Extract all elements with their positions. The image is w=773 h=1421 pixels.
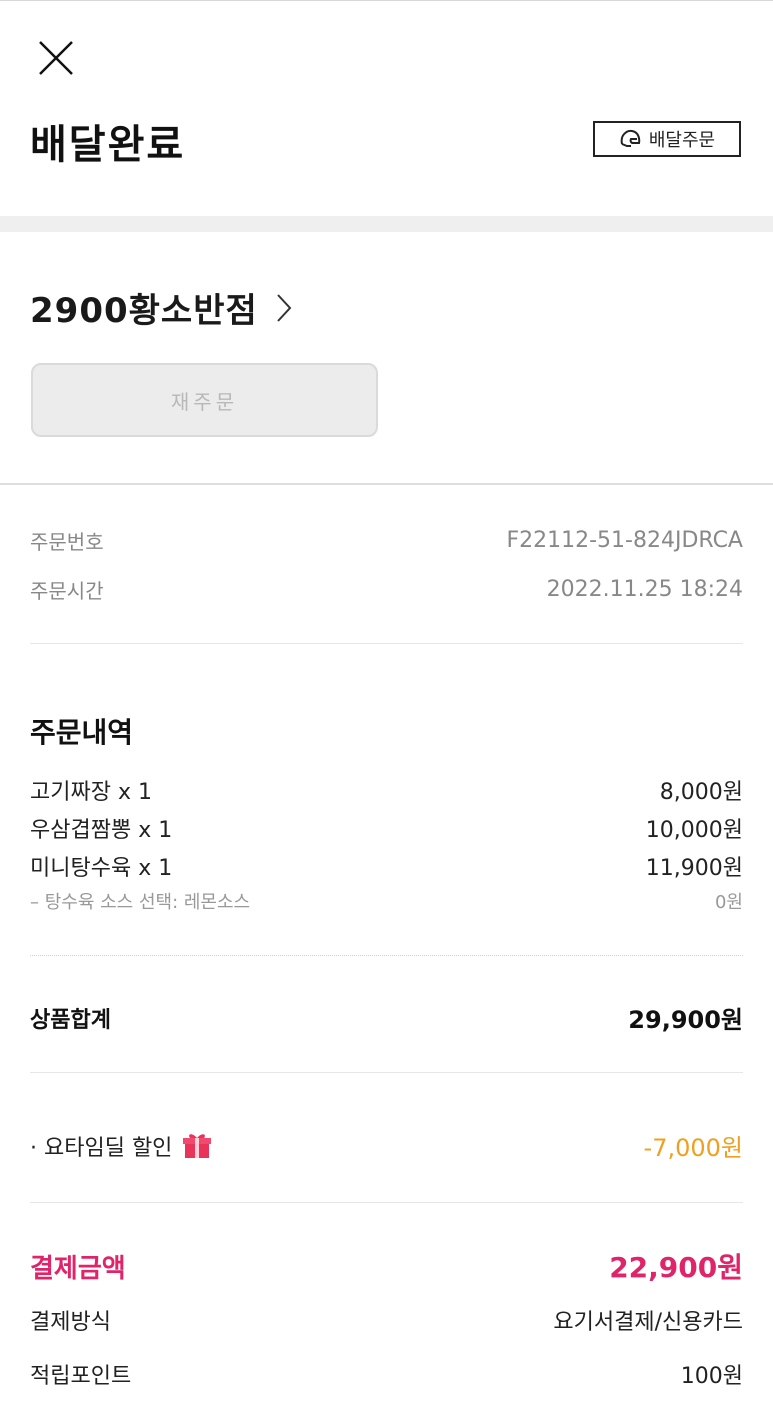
discount-label-group: · 요타임딜 할인 — [30, 1130, 212, 1162]
dotted-divider — [30, 955, 743, 956]
divider — [0, 483, 773, 485]
points-label: 적립포인트 — [30, 1364, 132, 1389]
divider — [30, 643, 743, 644]
points-row: 적립포인트 100원 — [30, 1358, 743, 1390]
close-button[interactable] — [38, 40, 74, 76]
discount-value: -7,000원 — [643, 1134, 743, 1162]
gift-icon — [183, 1133, 212, 1158]
discount-row: · 요타임딜 할인 -7,000원 — [30, 1128, 743, 1163]
divider — [30, 1072, 743, 1073]
order-item-name: 미니탕수육 x 1 — [30, 856, 173, 881]
payment-total-value: 22,900원 — [609, 1251, 743, 1284]
divider — [30, 1202, 743, 1203]
order-time-row: 주문시간 2022.11.25 18:24 — [30, 575, 743, 604]
payment-total-label: 결제금액 — [30, 1253, 126, 1284]
payment-method-value: 요기서결제/신용카드 — [553, 1310, 743, 1335]
points-value: 100원 — [680, 1364, 743, 1389]
order-item-row: 미니탕수육 x 1 11,900원 — [30, 850, 743, 882]
order-item-name: 고기짜장 x 1 — [30, 780, 152, 805]
order-number-value: F22112-51-824JDRCA — [506, 528, 743, 553]
order-item-name: 우삼겹짬뽕 x 1 — [30, 818, 173, 843]
subtotal-label: 상품합계 — [30, 1007, 111, 1033]
order-item-price: 11,900원 — [645, 856, 743, 881]
store-link[interactable]: 2900황소반점 — [30, 283, 292, 332]
top-divider — [0, 0, 773, 1]
delivery-order-label: 배달주문 — [648, 130, 716, 151]
payment-method-label: 결제방식 — [30, 1310, 111, 1335]
store-name: 2900황소반점 — [30, 291, 258, 331]
order-option-row: – 탕수육 소스 선택: 레몬소스 0원 — [30, 888, 743, 914]
subtotal-value: 29,900원 — [628, 1006, 743, 1034]
helmet-icon — [620, 129, 641, 147]
order-time-value: 2022.11.25 18:24 — [546, 577, 743, 602]
order-number-label: 주문번호 — [30, 530, 104, 554]
order-number-row: 주문번호 F22112-51-824JDRCA — [30, 526, 743, 555]
order-option-price: 0원 — [714, 892, 743, 913]
payment-total-row: 결제금액 22,900원 — [30, 1246, 743, 1286]
order-item-price: 10,000원 — [645, 818, 743, 843]
order-item-row: 고기짜장 x 1 8,000원 — [30, 774, 743, 806]
subtotal-row: 상품합계 29,900원 — [30, 1000, 743, 1035]
order-item-row: 우삼겹짬뽕 x 1 10,000원 — [30, 812, 743, 844]
discount-label: · 요타임딜 할인 — [30, 1135, 173, 1161]
payment-method-row: 결제방식 요기서결제/신용카드 — [30, 1304, 743, 1336]
order-details-title: 주문내역 — [30, 716, 134, 749]
page-title: 배달완료 — [30, 122, 186, 168]
order-item-price: 8,000원 — [659, 780, 743, 805]
reorder-button[interactable]: 재주문 — [31, 363, 378, 437]
delivery-order-badge: 배달주문 — [593, 121, 741, 157]
order-option-name: – 탕수육 소스 선택: 레몬소스 — [30, 892, 251, 913]
chevron-right-icon — [277, 293, 292, 322]
order-time-label: 주문시간 — [30, 579, 104, 603]
close-icon — [39, 41, 73, 75]
section-band — [0, 216, 773, 232]
